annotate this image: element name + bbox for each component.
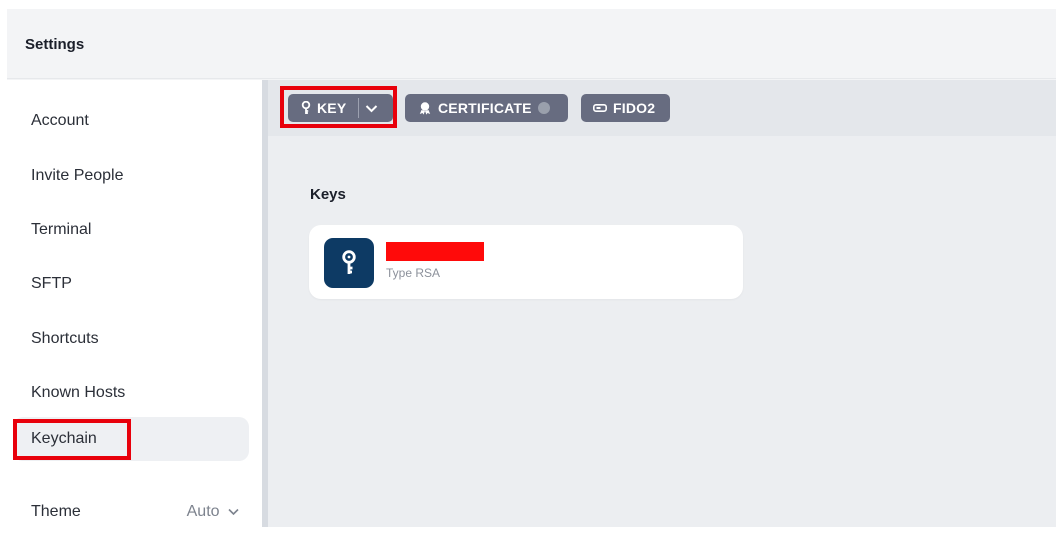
sidebar-item-account[interactable]: Account (13, 99, 249, 143)
certificate-icon (418, 101, 432, 115)
main-panel: KEY CERTIFICATE FIDO2 Keys Type RSA (268, 80, 1056, 527)
sidebar-item-label: Invite People (31, 167, 124, 184)
sidebar-item-terminal[interactable]: Terminal (13, 208, 249, 252)
key-card[interactable]: Type RSA (309, 225, 743, 299)
security-key-icon (593, 104, 607, 112)
keychain-toolbar: KEY CERTIFICATE FIDO2 (268, 80, 1056, 136)
sidebar-item-label: Shortcuts (31, 330, 99, 347)
theme-label: Theme (31, 503, 81, 520)
new-fido2-button[interactable]: FIDO2 (581, 94, 670, 122)
key-icon (324, 238, 374, 288)
sidebar-item-sftp[interactable]: SFTP (13, 262, 249, 306)
header: Settings (7, 9, 1056, 79)
sidebar-item-label: Keychain (31, 430, 97, 447)
sidebar-item-invite-people[interactable]: Invite People (13, 154, 249, 198)
new-fido2-label: FIDO2 (613, 100, 656, 116)
new-key-label: KEY (317, 100, 347, 116)
new-certificate-button[interactable]: CERTIFICATE (405, 94, 568, 122)
sidebar: Account Invite People Terminal SFTP Shor… (7, 80, 262, 527)
key-type: Type RSA (386, 266, 441, 280)
new-key-split-button[interactable]: KEY (288, 94, 393, 122)
theme-select[interactable]: Auto (187, 490, 239, 534)
new-certificate-label: CERTIFICATE (438, 100, 532, 116)
sidebar-item-known-hosts[interactable]: Known Hosts (13, 371, 249, 415)
sidebar-item-theme[interactable]: Theme Auto (13, 490, 249, 534)
pro-badge-icon (537, 102, 550, 114)
key-name-redacted (386, 242, 484, 261)
sidebar-item-label: Known Hosts (31, 384, 126, 401)
keys-section-title: Keys (310, 186, 346, 203)
sidebar-item-shortcuts[interactable]: Shortcuts (13, 317, 249, 361)
split-divider (358, 98, 360, 118)
chevron-down-icon (228, 505, 239, 519)
page-title: Settings (25, 36, 85, 53)
sidebar-item-label: Terminal (31, 221, 92, 238)
key-icon (301, 101, 311, 115)
app-window: Settings Account Invite People Terminal … (7, 9, 1056, 527)
chevron-down-icon[interactable] (365, 104, 378, 113)
sidebar-item-label: SFTP (31, 275, 72, 292)
sidebar-item-keychain[interactable]: Keychain (13, 417, 249, 461)
sidebar-item-label: Account (31, 112, 89, 129)
theme-value: Auto (186, 503, 220, 520)
